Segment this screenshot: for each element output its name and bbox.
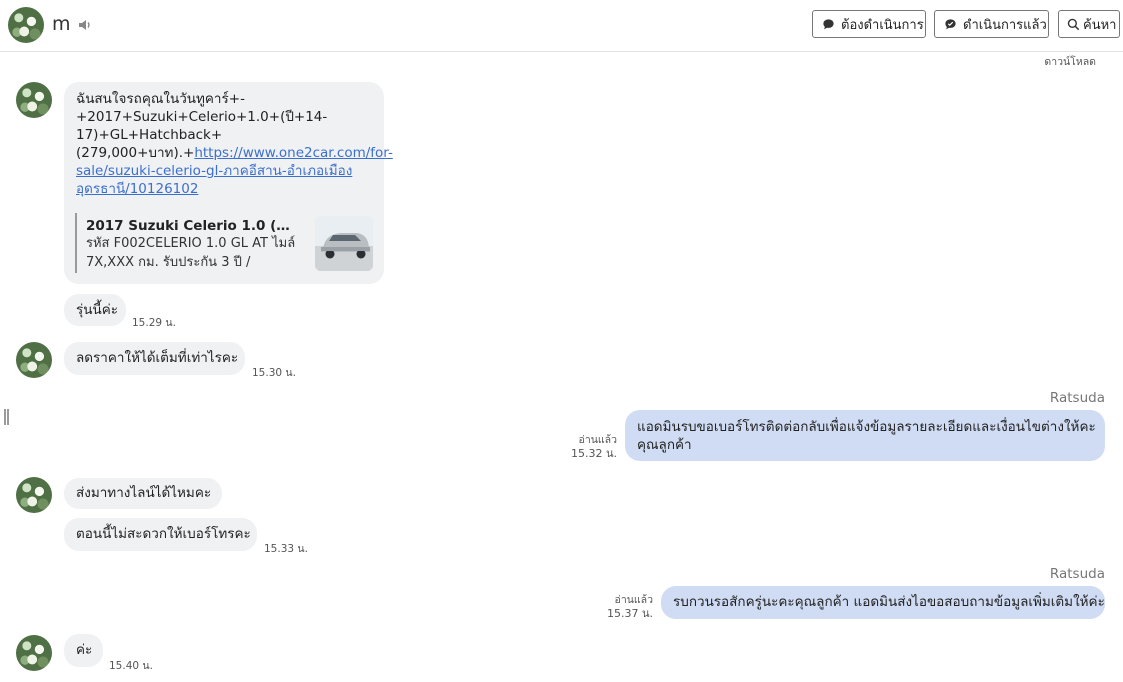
link-preview-description: รหัส F002CELERIO 1.0 GL AT ไมล์ 7X,XXX ก… xyxy=(86,236,296,270)
message-text-line: คุณลูกค้า xyxy=(637,437,692,453)
message-text-line: แอดมินรบขอเบอร์โทรติดต่อกลับเพื่อแจ้งข้อ… xyxy=(637,419,1096,435)
message-bubble: ลดราคาให้ได้เต็มที่เท่าไรคะ xyxy=(64,342,245,375)
message-text-line: (279,000+บาท).+https://www.one2car.com/f… xyxy=(76,145,393,161)
url-link[interactable]: sale/suzuki-celerio-gl-ภาคอีสาน-อำเภอเมื… xyxy=(76,162,372,180)
search-button[interactable]: ค้นหา xyxy=(1058,10,1120,38)
pending-button[interactable]: ต้องดำเนินการ xyxy=(812,10,926,38)
search-button-label: ค้นหา xyxy=(1083,17,1117,33)
pending-button-label: ต้องดำเนินการ xyxy=(841,17,924,33)
sender-avatar xyxy=(16,477,52,513)
chat-bubble-icon xyxy=(823,18,834,29)
agent-name: Ratsuda xyxy=(1049,390,1105,406)
message-bubble: ส่งมาทางไลน์ได้ไหมคะ xyxy=(64,478,222,509)
message-bubble: ค่ะ xyxy=(64,634,103,667)
sender-avatar xyxy=(16,635,52,671)
message-time: 15.29 น. xyxy=(132,317,176,329)
message-text: ค่ะ xyxy=(76,642,93,658)
message-text: รุ่นนี้ค่ะ xyxy=(76,302,118,318)
message-text-line: 17)+GL+Hatchback+ xyxy=(76,127,223,143)
download-link[interactable]: ดาวน์โหลด xyxy=(1044,53,1096,70)
link-preview-card[interactable]: 2017 Suzuki Celerio 1.0 (ปี 14-1... รหัส… xyxy=(75,213,377,273)
message-bubble: ตอนนี้ไม่สะดวกให้เบอร์โทรคะ xyxy=(64,518,257,551)
message-time: 15.40 น. xyxy=(109,660,153,672)
search-icon xyxy=(1067,18,1080,30)
link-preview-thumbnail xyxy=(315,216,373,271)
url-link[interactable]: อุดรธานี/10126102 xyxy=(76,180,372,198)
done-button[interactable]: ดำเนินการแล้ว xyxy=(934,10,1049,38)
agent-name: Ratsuda xyxy=(1049,566,1105,582)
message-bubble-outgoing: รบกวนรอสักครู่นะคะคุณลูกค้า แอดมินส่งไอข… xyxy=(661,586,1105,619)
message-text: ลดราคาให้ได้เต็มที่เท่าไรคะ xyxy=(76,350,239,366)
contact-name: m xyxy=(52,13,71,35)
chat-header: m ต้องดำเนินการ ดำเนินการแล้ว ค้นหา xyxy=(0,0,1123,52)
speaker-icon[interactable] xyxy=(77,17,93,33)
resize-handle[interactable] xyxy=(4,409,10,425)
message-text-line: ฉันสนใจรถคุณในวันทูคาร์+- xyxy=(76,91,245,107)
read-status: อ่านแล้ว 15.37 น. xyxy=(606,594,653,620)
message-bubble-outgoing: แอดมินรบขอเบอร์โทรติดต่อกลับเพื่อแจ้งข้อ… xyxy=(625,410,1105,461)
message-time: 15.33 น. xyxy=(264,543,308,555)
done-button-label: ดำเนินการแล้ว xyxy=(963,17,1047,33)
chat-check-icon xyxy=(945,18,956,29)
read-status: อ่านแล้ว 15.32 น. xyxy=(570,434,617,460)
sender-avatar xyxy=(16,82,52,118)
message-time: 15.30 น. xyxy=(252,367,296,379)
message-text: ส่งมาทางไลน์ได้ไหมคะ xyxy=(76,485,212,501)
message-bubble: รุ่นนี้ค่ะ xyxy=(64,294,126,326)
contact-avatar[interactable] xyxy=(8,7,44,43)
message-text-line: +2017+Suzuki+Celerio+1.0+(ปี+14- xyxy=(76,109,328,125)
message-text: รบกวนรอสักครู่นะคะคุณลูกค้า แอดมินส่งไอข… xyxy=(673,594,1105,610)
link-preview-title: 2017 Suzuki Celerio 1.0 (ปี 14-1... xyxy=(86,218,298,234)
url-link[interactable]: https://www.one2car.com/for- xyxy=(194,145,393,161)
message-text: ตอนนี้ไม่สะดวกให้เบอร์โทรคะ xyxy=(76,526,251,542)
sender-avatar xyxy=(16,342,52,378)
